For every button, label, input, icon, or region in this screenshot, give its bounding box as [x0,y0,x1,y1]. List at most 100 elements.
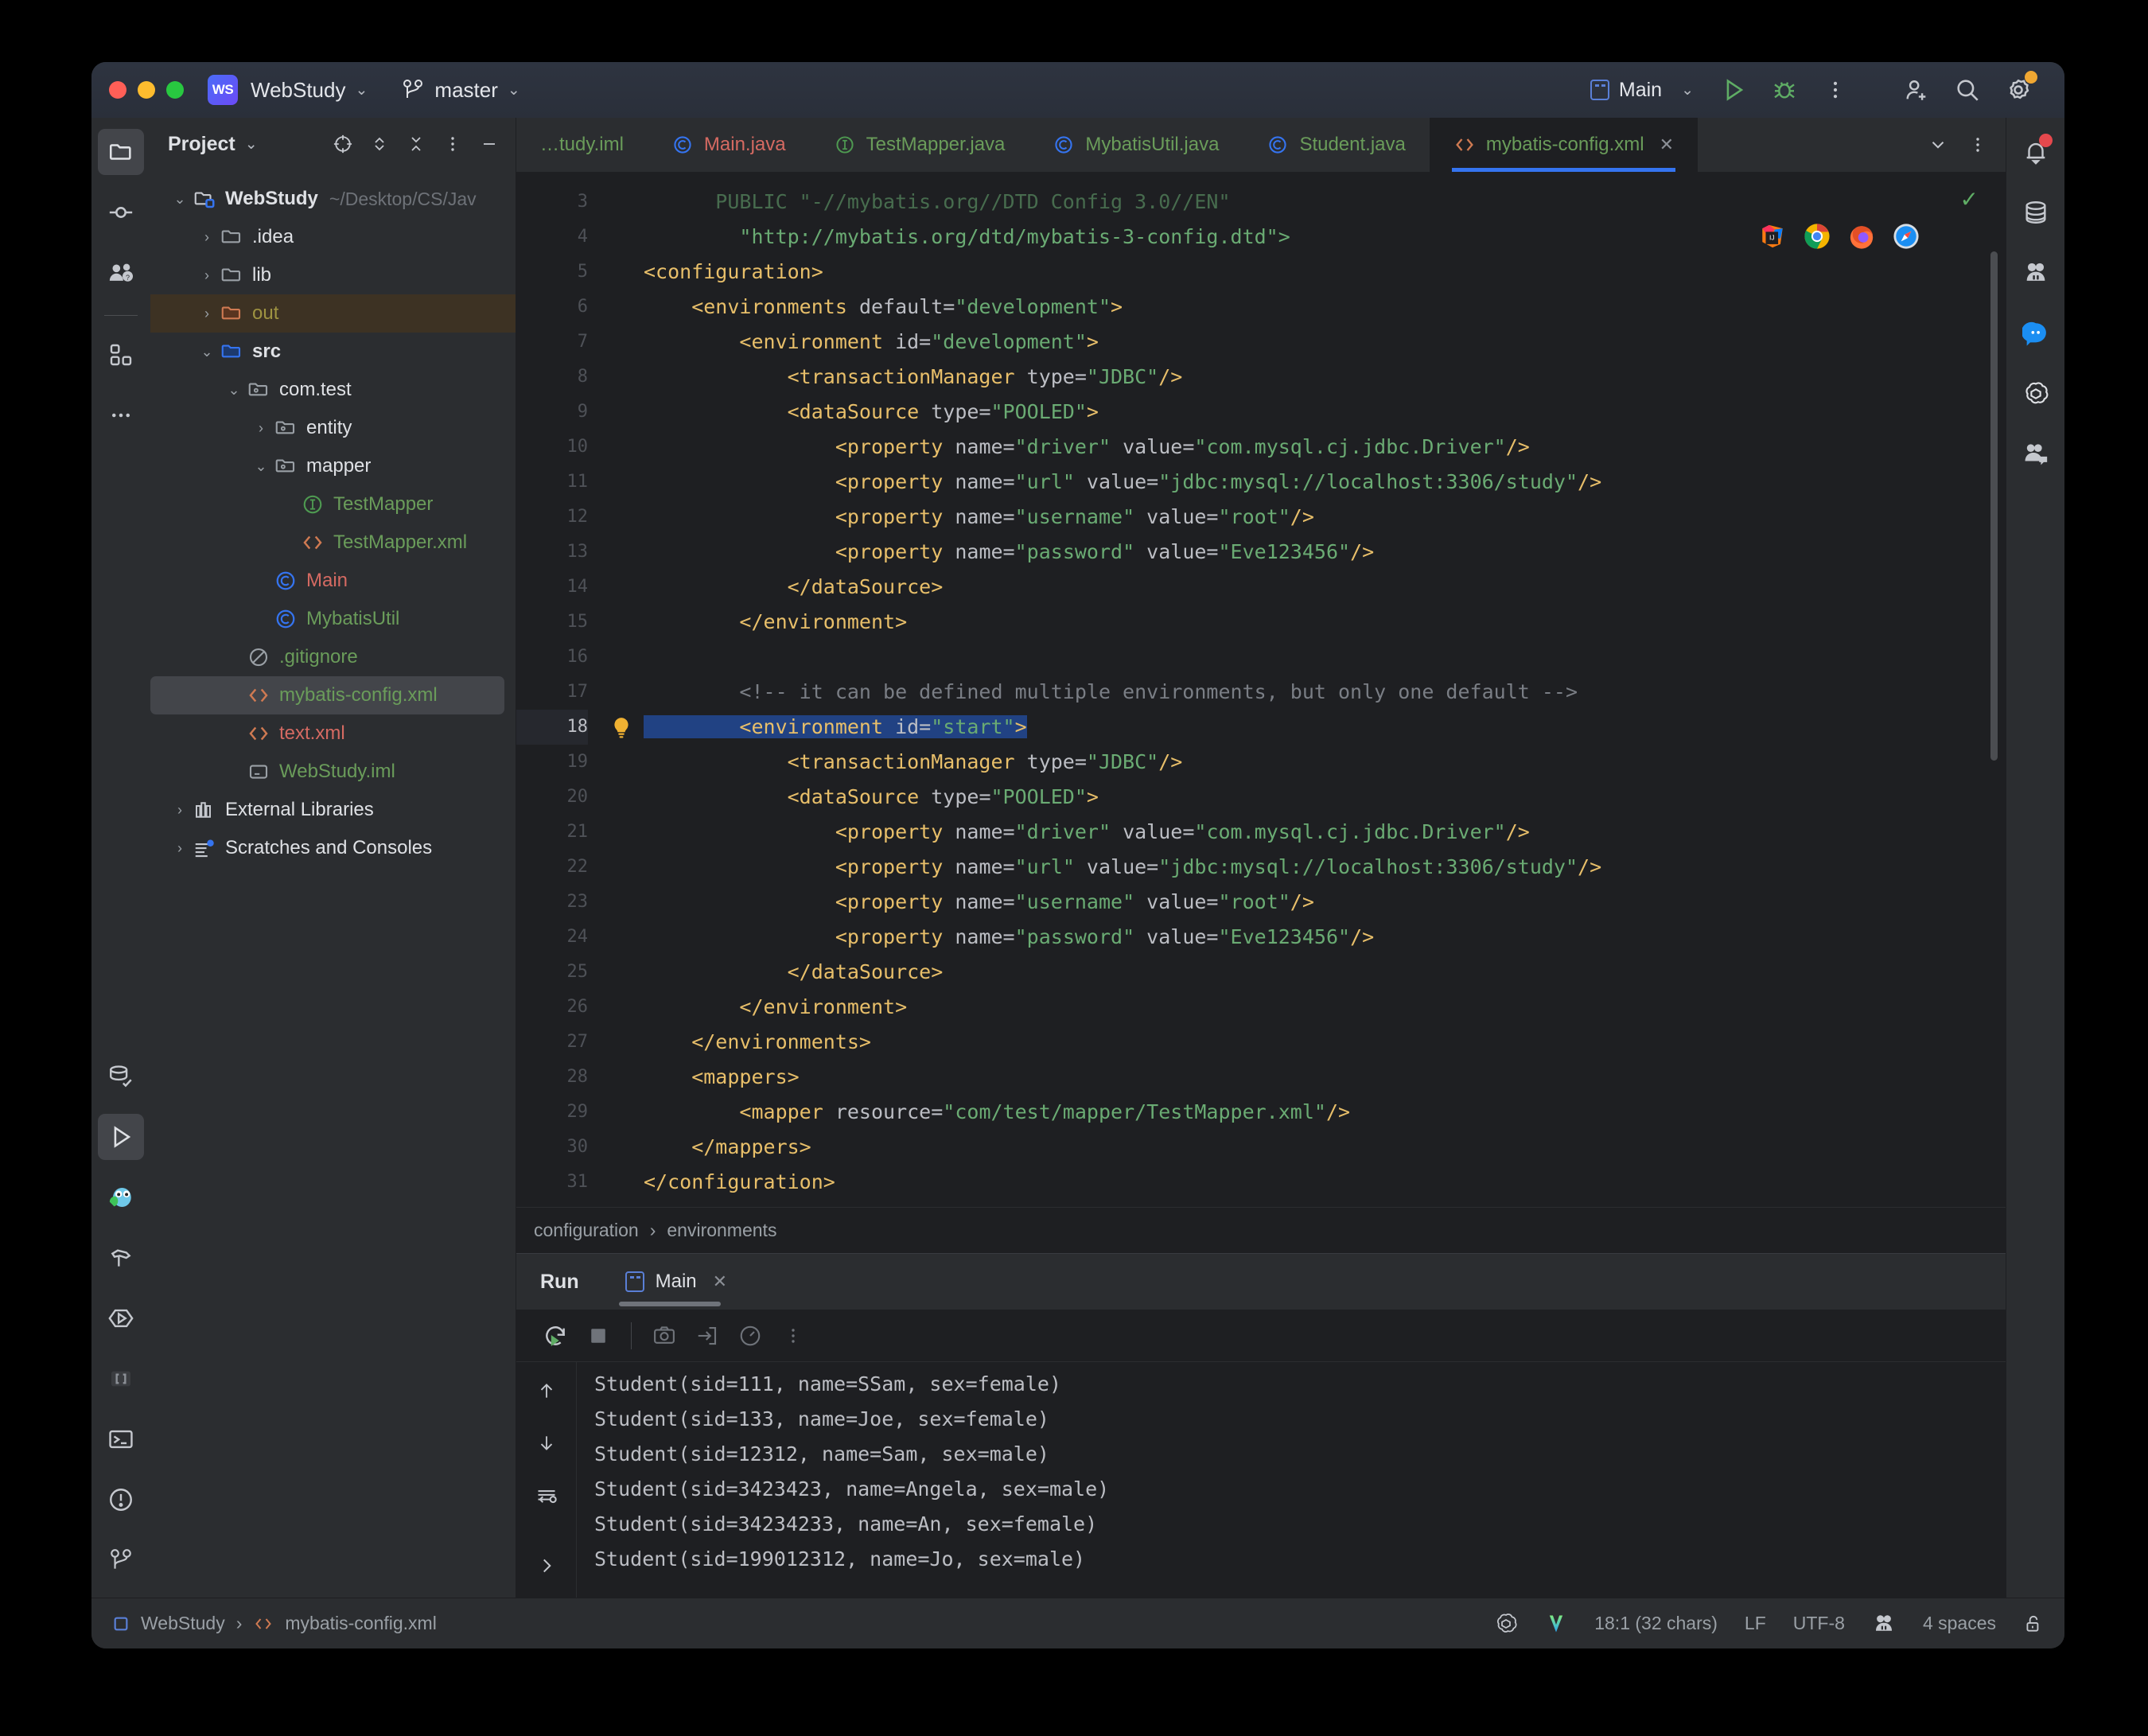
more-vertical-icon[interactable] [772,1314,815,1357]
chevron-down-icon[interactable]: ⌄ [195,344,219,360]
code-line[interactable]: <environment id="development"> [644,325,2006,360]
project-name-label[interactable]: WebStudy [251,78,345,103]
sidebar-item-database[interactable] [98,1053,144,1100]
run-tab-main[interactable]: Main ✕ [611,1254,741,1310]
branch-selector[interactable]: master ⌄ [403,78,519,103]
tree-node-testmapper-xml[interactable]: TestMapper.xml [150,524,516,562]
tree-node-scratches-and-consoles[interactable]: ›Scratches and Consoles [150,829,516,867]
tree-node-out[interactable]: ›out [150,294,516,333]
window-controls[interactable] [109,81,184,99]
breadcrumb[interactable]: configuration › environments [516,1207,2006,1253]
code-line[interactable]: <property name="url" value="jdbc:mysql:/… [644,850,2006,885]
breadcrumb-item-1[interactable]: environments [667,1220,776,1241]
tree-node-mapper[interactable]: ⌄mapper [150,447,516,485]
indent-label[interactable]: 4 spaces [1923,1613,1996,1634]
tree-node-webstudy[interactable]: ⌄WebStudy~/Desktop/CS/Jav [150,180,516,218]
code-line[interactable]: </environment> [644,990,2006,1025]
code-line[interactable]: PUBLIC "-//mybatis.org//DTD Config 3.0//… [644,185,2006,220]
editor-tab-mybatis-config-xml[interactable]: mybatis-config.xml✕ [1430,118,1698,172]
intellij-preview-icon[interactable]: IJ [1759,223,1786,250]
openai-icon[interactable] [1494,1612,1518,1636]
code-line[interactable]: <!-- it can be defined multiple environm… [644,675,2006,710]
run-icon[interactable] [1708,64,1759,115]
code-line[interactable]: <property name="password" value="Eve1234… [644,920,2006,955]
stop-icon[interactable] [577,1314,620,1357]
project-tree[interactable]: ⌄WebStudy~/Desktop/CS/Jav›.idea›lib›out⌄… [150,170,516,867]
code-line[interactable]: <property name="password" value="Eve1234… [644,535,2006,570]
scroll-down-icon[interactable] [529,1426,564,1461]
screenshot-icon[interactable] [643,1314,686,1357]
code-line[interactable] [644,640,2006,675]
settings-icon[interactable] [1993,64,2044,115]
code-line[interactable]: <configuration> [644,255,2006,290]
chevron-right-icon[interactable]: › [195,229,219,246]
tree-node--gitignore[interactable]: .gitignore [150,638,516,676]
openai-icon[interactable] [2013,371,2059,417]
editor-scrollbar[interactable] [1990,251,1998,761]
code-line[interactable]: <property name="username" value="root"/> [644,500,2006,535]
code-line[interactable]: <transactionManager type="JDBC"/> [644,745,2006,780]
inspection-status-icon[interactable]: ✓ [1960,186,1979,212]
code-line[interactable]: </configuration> [644,1165,2006,1200]
editor-tab-testmapper-java[interactable]: TestMapper.java [810,118,1029,172]
add-user-icon[interactable] [1891,64,1942,115]
minimize-window-button[interactable] [138,81,155,99]
chevron-down-icon[interactable]: ⌄ [168,191,192,208]
more-vertical-icon[interactable] [1958,125,1998,165]
chevron-down-icon[interactable]: ⌄ [222,382,246,399]
gutter-icons-column[interactable] [599,172,644,1207]
code-line[interactable]: </dataSource> [644,570,2006,605]
code-line[interactable]: </dataSource> [644,955,2006,990]
editor-tab-student-java[interactable]: Student.java [1243,118,1429,172]
status-breadcrumb[interactable]: WebStudy › mybatis-config.xml [112,1613,437,1634]
tree-node-external-libraries[interactable]: ›External Libraries [150,791,516,829]
code-line[interactable]: <dataSource type="POOLED"> [644,780,2006,815]
ai-assistant-icon[interactable] [2013,250,2059,296]
sidebar-item-version-control[interactable] [98,1537,144,1583]
code-line[interactable]: <property name="driver" value="com.mysql… [644,430,2006,465]
tree-node-entity[interactable]: ›entity [150,409,516,447]
tree-node-testmapper[interactable]: TestMapper [150,485,516,524]
sidebar-item-commit[interactable] [98,189,144,235]
notifications-bell-icon[interactable] [2013,129,2059,175]
intention-bulb-icon[interactable] [599,710,644,745]
rerun-icon[interactable] [534,1314,577,1357]
vpn-icon[interactable] [1545,1612,1567,1636]
code-line[interactable]: </mappers> [644,1130,2006,1165]
sidebar-item-go-owl[interactable] [98,1174,144,1220]
browser-preview-bar[interactable]: IJ [1759,223,1920,250]
breadcrumb-item-0[interactable]: configuration [534,1220,639,1241]
collapse-all-icon[interactable] [398,126,434,162]
sidebar-item-problems[interactable] [98,1477,144,1523]
chevron-down-icon[interactable]: ⌄ [249,458,273,475]
code-line[interactable]: </environments> [644,1025,2006,1060]
chat-bubble-icon[interactable] [2013,310,2059,356]
sidebar-item-database-right[interactable] [2013,189,2059,235]
export-icon[interactable] [686,1314,729,1357]
code-line[interactable]: <mapper resource="com/test/mapper/TestMa… [644,1095,2006,1130]
code-line[interactable]: <dataSource type="POOLED"> [644,395,2006,430]
sidebar-item-plugins[interactable] [98,332,144,378]
run-configuration-selector[interactable]: Main ⌄ [1590,79,1694,102]
hide-panel-icon[interactable] [471,126,508,162]
chevron-right-icon[interactable]: › [168,802,192,819]
tree-node-lib[interactable]: ›lib [150,256,516,294]
select-opened-file-icon[interactable] [325,126,361,162]
editor-tab-main-java[interactable]: Main.java [648,118,810,172]
tree-node-com-test[interactable]: ⌄com.test [150,371,516,409]
status-file-label[interactable]: mybatis-config.xml [285,1613,436,1634]
more-vertical-icon[interactable] [1810,64,1861,115]
editor-tab--tudy-iml[interactable]: …tudy.iml [516,118,648,172]
expand-collapse-icon[interactable] [361,126,398,162]
caret-position-label[interactable]: 18:1 (32 chars) [1594,1613,1718,1634]
chevron-right-icon[interactable]: › [195,267,219,284]
chevron-right-icon[interactable]: › [168,840,192,857]
profiler-icon[interactable] [729,1314,772,1357]
sidebar-item-structure[interactable] [98,1356,144,1402]
more-tools-icon[interactable] [98,392,144,438]
tree-node-webstudy-iml[interactable]: WebStudy.iml [150,753,516,791]
code-line[interactable]: <property name="url" value="jdbc:mysql:/… [644,465,2006,500]
chevron-down-icon[interactable] [1918,125,1958,165]
sidebar-item-run[interactable] [98,1114,144,1160]
sidebar-item-terminal[interactable] [98,1416,144,1462]
